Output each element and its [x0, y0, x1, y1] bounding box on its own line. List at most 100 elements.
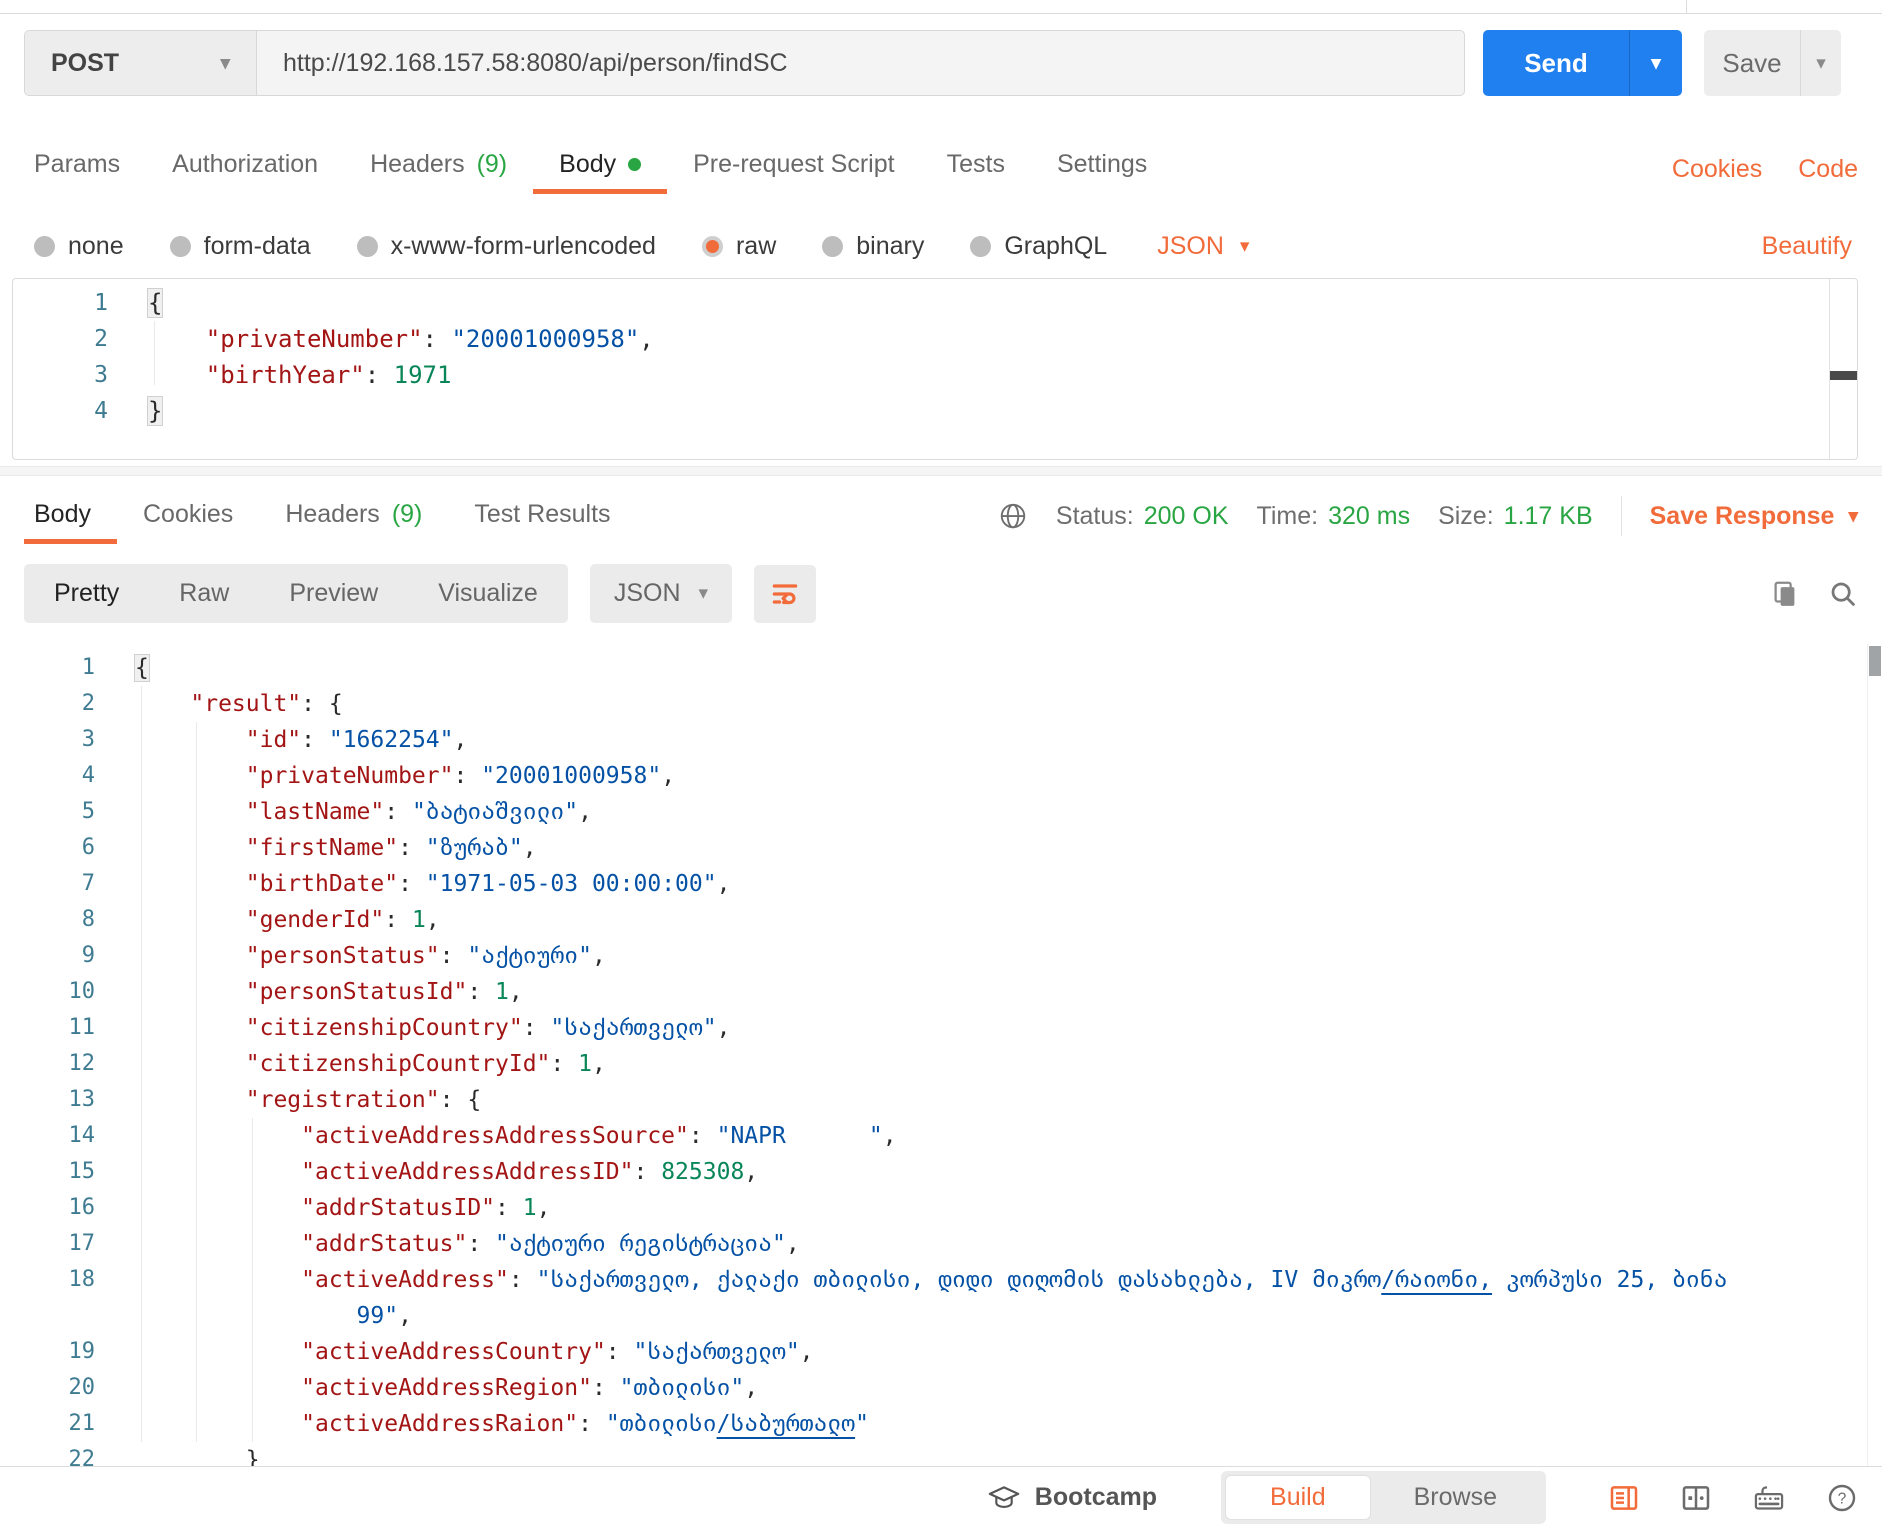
- tab-label: Authorization: [172, 150, 319, 178]
- beautify-link[interactable]: Beautify: [1762, 232, 1858, 261]
- code-text: "personStatus": "აქტიური",: [245, 943, 606, 969]
- code-line: 20 "activeAddressRegion": "თბილისი",: [0, 1370, 1882, 1406]
- tab-tests[interactable]: Tests: [921, 150, 1031, 194]
- footer-icons: ?: [1608, 1482, 1858, 1514]
- send-button[interactable]: Send ▾: [1483, 30, 1682, 96]
- code-line: 2 "privateNumber": "20001000958",: [13, 321, 1857, 357]
- line-number: 5: [81, 799, 95, 824]
- body-mode-x-www-form-urlencoded[interactable]: x-www-form-urlencoded: [356, 232, 656, 261]
- body-mode-form-data[interactable]: form-data: [169, 232, 311, 261]
- tab-label: Pre-request Script: [693, 150, 895, 178]
- line-number: 10: [68, 979, 96, 1004]
- response-tab-body[interactable]: Body: [24, 500, 117, 544]
- save-response-button[interactable]: Save Response ▾: [1650, 502, 1858, 531]
- tab-label: Settings: [1056, 150, 1148, 178]
- line-number: 2: [94, 326, 108, 352]
- code-line: 11 "citizenshipCountry": "საქართველო",: [0, 1010, 1882, 1046]
- body-mode-none[interactable]: none: [34, 232, 124, 261]
- search-icon[interactable]: [1828, 579, 1858, 609]
- chevron-down-icon: ▾: [1816, 52, 1826, 74]
- code-text: "birthDate": "1971-05-03 00:00:00",: [245, 871, 731, 897]
- response-tab-test-results[interactable]: Test Results: [448, 500, 636, 544]
- size-value[interactable]: 1.17 KB: [1504, 502, 1593, 531]
- response-scrollbar[interactable]: [1867, 644, 1882, 1476]
- panel-splitter[interactable]: [0, 466, 1882, 476]
- send-options-button[interactable]: ▾: [1630, 30, 1682, 96]
- url-input[interactable]: http://192.168.157.58:8080/api/person/fi…: [257, 31, 1464, 95]
- code-text: "result": {: [190, 691, 343, 717]
- method-select[interactable]: POST ▾: [25, 31, 257, 95]
- tab-label: Body: [559, 150, 617, 178]
- split-panes-icon[interactable]: [1680, 1482, 1712, 1514]
- bootcamp-button[interactable]: Bootcamp: [987, 1483, 1157, 1512]
- code-line: 17 "addrStatus": "აქტიური რეგისტრაცია",: [0, 1226, 1882, 1262]
- cookies-link[interactable]: Cookies: [1672, 155, 1762, 184]
- code-line: 9 "personStatus": "აქტიური",: [0, 938, 1882, 974]
- line-number: 18: [68, 1267, 96, 1292]
- view-pretty[interactable]: Pretty: [24, 564, 149, 623]
- radio-icon: [169, 236, 191, 257]
- green-dot-icon: [628, 158, 642, 171]
- chevron-down-icon: ▾: [1848, 505, 1858, 527]
- build-tab[interactable]: Build: [1226, 1476, 1370, 1519]
- response-meta: Status: 200 OK Time: 320 ms Size: 1.17 KB S…: [998, 496, 1858, 544]
- line-number: 2: [81, 691, 95, 716]
- request-body-editor[interactable]: 1{2 "privateNumber": "20001000958", 3 "birt…: [12, 278, 1858, 460]
- line-number: 8: [81, 907, 95, 932]
- tab-params[interactable]: Params: [24, 150, 146, 194]
- line-number: 13: [68, 1087, 96, 1112]
- code-link[interactable]: Code: [1798, 155, 1858, 184]
- view-raw[interactable]: Raw: [149, 564, 259, 623]
- tab-label: Test Results: [474, 500, 611, 528]
- body-mode-binary[interactable]: binary: [822, 232, 924, 261]
- copy-icon[interactable]: [1770, 579, 1800, 609]
- view-preview[interactable]: Preview: [259, 564, 408, 623]
- code-line: 6 "firstName": "ზურაბ",: [0, 830, 1882, 866]
- keyboard-icon[interactable]: [1752, 1482, 1786, 1514]
- response-tabs: Body Cookies Headers (9) Test Results: [24, 500, 637, 544]
- raw-language-select[interactable]: JSON ▾: [1157, 232, 1249, 261]
- body-mode-label: raw: [735, 232, 777, 260]
- code-line: 18 "activeAddress": "საქართველო, ქალაქი თ…: [0, 1262, 1882, 1334]
- tab-pre-request-script[interactable]: Pre-request Script: [667, 150, 920, 194]
- response-tab-headers[interactable]: Headers (9): [259, 500, 448, 544]
- code-line: 21 "activeAddressRaion": "თბილისი/საბურთა…: [0, 1406, 1882, 1442]
- code-text: "registration": {: [245, 1087, 482, 1113]
- scroll-position-marker: [1830, 371, 1857, 380]
- header-count-badge: (9): [476, 150, 508, 178]
- code-text: "birthYear": 1971: [205, 361, 452, 389]
- time-label: Time:: [1256, 501, 1319, 530]
- tab-authorization[interactable]: Authorization: [146, 150, 344, 194]
- response-body-area[interactable]: 1{2 "result": {3 "id": "1662254", 4 "private…: [0, 644, 1882, 1477]
- body-mode-label: none: [68, 232, 124, 260]
- body-mode-raw[interactable]: raw: [701, 232, 777, 261]
- tab-headers[interactable]: Headers (9): [344, 150, 533, 194]
- save-options-button[interactable]: ▾: [1801, 30, 1841, 96]
- wrap-text-button[interactable]: [754, 564, 817, 623]
- url-value: http://192.168.157.58:8080/api/person/fi…: [283, 48, 788, 77]
- response-language-select[interactable]: JSON ▾: [589, 564, 733, 623]
- response-tab-cookies[interactable]: Cookies: [117, 500, 259, 544]
- console-icon[interactable]: [1608, 1482, 1640, 1514]
- tab-settings[interactable]: Settings: [1031, 150, 1173, 194]
- body-mode-graphql[interactable]: GraphQL: [970, 232, 1107, 261]
- tab-body[interactable]: Body: [533, 150, 668, 194]
- request-editor-scrollbar[interactable]: [1829, 279, 1857, 459]
- response-toolbar: Pretty Raw Preview Visualize JSON ▾: [24, 564, 1858, 623]
- line-number: 3: [81, 727, 95, 752]
- status-value[interactable]: 200 OK: [1144, 502, 1229, 531]
- response-body-code: 1{2 "result": {3 "id": "1662254", 4 "private…: [0, 644, 1882, 1476]
- bootcamp-label: Bootcamp: [1034, 1483, 1158, 1511]
- radio-icon: [356, 236, 378, 257]
- response-scrollbar-thumb[interactable]: [1869, 646, 1881, 676]
- time-value[interactable]: 320 ms: [1328, 502, 1410, 531]
- code-text: "activeAddressAddressID": 825308,: [301, 1159, 759, 1185]
- radio-icon: [34, 236, 55, 257]
- request-body-code: 1{2 "privateNumber": "20001000958", 3 "birt…: [13, 279, 1857, 429]
- save-button[interactable]: Save ▾: [1704, 30, 1841, 96]
- browse-tab[interactable]: Browse: [1370, 1476, 1541, 1519]
- help-icon[interactable]: ?: [1826, 1482, 1858, 1514]
- code-text: "id": "1662254",: [245, 727, 468, 753]
- code-line: 19 "activeAddressCountry": "საქართველო",: [0, 1334, 1882, 1370]
- view-visualize[interactable]: Visualize: [408, 564, 568, 623]
